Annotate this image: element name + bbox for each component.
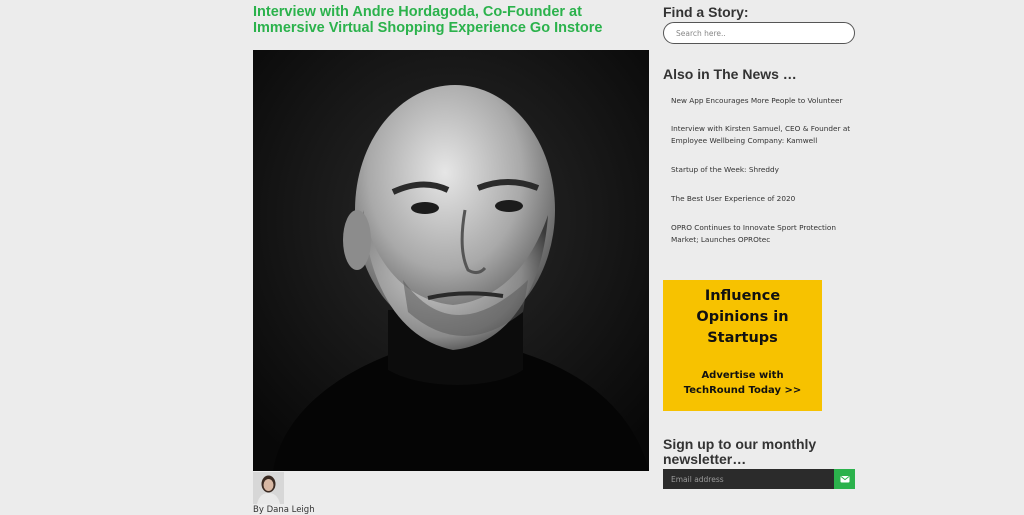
news-item[interactable]: The Best User Experience of 2020 xyxy=(671,193,851,205)
news-item[interactable]: Startup of the Week: Shreddy xyxy=(671,164,851,176)
interviewee-photo xyxy=(253,50,649,471)
news-item[interactable]: New App Encourages More People to Volunt… xyxy=(671,95,851,107)
news-item[interactable]: Interview with Kirsten Samuel, CEO & Fou… xyxy=(671,123,851,147)
author-avatar[interactable] xyxy=(253,472,284,504)
news-item[interactable]: OPRO Continues to Innovate Sport Protect… xyxy=(671,222,851,246)
envelope-icon xyxy=(840,476,849,483)
also-in-news-heading: Also in The News … xyxy=(663,66,797,82)
find-story-heading: Find a Story: xyxy=(663,4,749,20)
search-input[interactable] xyxy=(663,22,855,44)
author-avatar-image xyxy=(253,472,284,504)
subscribe-button[interactable] xyxy=(834,469,855,489)
advertise-banner[interactable]: Influence Opinions in Startups Advertise… xyxy=(663,280,822,411)
ad-cta-link[interactable]: Advertise with TechRound Today >> xyxy=(663,368,822,398)
ad-headline: Influence Opinions in Startups xyxy=(696,288,789,346)
author-byline[interactable]: By Dana Leigh xyxy=(253,505,315,515)
email-field[interactable] xyxy=(663,469,834,489)
newsletter-heading: Sign up to our monthly newsletter… xyxy=(663,436,817,467)
article-title: Interview with Andre Hordagoda, Co-Found… xyxy=(253,4,603,36)
portrait-illustration xyxy=(253,50,649,471)
